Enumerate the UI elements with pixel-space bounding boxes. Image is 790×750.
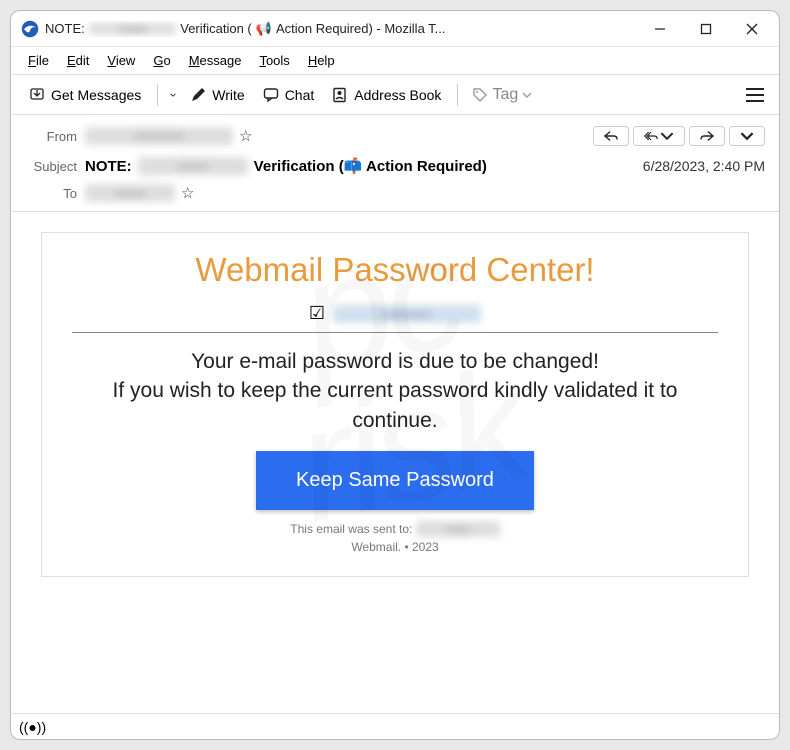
tag-label: Tag [492,86,518,104]
write-label: Write [212,87,244,103]
pencil-icon [190,87,206,103]
thunderbird-icon [21,20,39,38]
email-content: Webmail Password Center! ☑ xxxxxxxx Your… [41,232,749,577]
message-headers: From xxxxxxxx ☆ Subject NOTE: xxxxx Veri… [11,115,779,212]
app-menu-button[interactable] [741,81,769,109]
more-actions-button[interactable] [729,126,765,146]
subject-row: Subject NOTE: xxxxx Verification (📫 Acti… [25,151,765,181]
download-icon [29,87,45,103]
email-line1: Your e-mail password is due to be change… [72,347,718,376]
chat-label: Chat [285,87,315,103]
connection-icon[interactable]: ((●)) [19,719,46,735]
maximize-button[interactable] [683,13,729,45]
forward-button[interactable] [689,126,725,146]
message-body: Webmail Password Center! ☑ xxxxxxxx Your… [11,212,779,713]
to-row: To xxxxx ☆ [25,181,765,211]
star-icon[interactable]: ☆ [181,184,194,202]
to-label: To [25,186,85,201]
chat-icon [263,87,279,103]
statusbar: ((●)) [11,713,779,739]
from-redacted: xxxxxxxx [85,127,233,145]
mailbox-icon: 📫 [344,158,363,175]
chevron-down-icon [522,92,532,98]
address-book-label: Address Book [354,87,441,103]
menu-help[interactable]: Help [299,50,344,71]
from-label: From [25,129,85,144]
email-recipient-line: ☑ xxxxxxxx [72,303,718,324]
menu-tools[interactable]: Tools [250,50,298,71]
keep-password-button[interactable]: Keep Same Password [256,451,534,510]
email-footer: This email was sent to: xxxx Webmail. • … [72,520,718,556]
footer-copyright: Webmail. • 2023 [351,540,438,554]
write-button[interactable]: Write [182,82,252,108]
email-line2: If you wish to keep the current password… [72,376,718,435]
close-button[interactable] [729,13,775,45]
email-message: Your e-mail password is due to be change… [72,347,718,435]
chat-button[interactable]: Chat [255,82,323,108]
menubar: File Edit View Go Message Tools Help [11,47,779,75]
get-messages-button[interactable]: Get Messages [21,82,149,108]
from-row: From xxxxxxxx ☆ [25,121,765,151]
toolbar-separator [457,84,458,106]
subject-label: Subject [25,159,85,174]
title-suffix: Action Required) - Mozilla T... [276,21,446,36]
address-book-icon [332,87,348,103]
tag-button[interactable]: Tag [466,81,538,109]
sent-to-label: This email was sent to: [290,522,412,536]
title-prefix: NOTE: [45,21,85,36]
to-redacted: xxxxx [85,184,175,202]
menu-go[interactable]: Go [144,50,179,71]
subject-value: NOTE: xxxxx Verification (📫 Action Requi… [85,157,643,175]
subject-mid: Verification ( [254,158,344,175]
title-mid: Verification ( [180,21,252,36]
subject-action: Action Required) [362,158,486,175]
menu-view[interactable]: View [98,50,144,71]
reply-all-button[interactable] [633,126,685,146]
minimize-button[interactable] [637,13,683,45]
get-messages-dropdown[interactable] [166,87,180,103]
email-title: Webmail Password Center! [72,251,718,289]
toolbar: Get Messages Write Chat Address Book Tag [11,75,779,115]
address-book-button[interactable]: Address Book [324,82,449,108]
get-messages-label: Get Messages [51,87,141,103]
reply-button[interactable] [593,126,629,146]
divider [72,332,718,333]
subject-prefix: NOTE: [85,158,132,175]
sent-to-redacted: xxxx [416,521,500,537]
subject-redacted: xxxxx [138,157,248,175]
megaphone-icon: 📢 [256,21,272,37]
toolbar-separator [157,84,158,106]
email-recipient-redacted: xxxxxxxx [333,305,481,323]
menu-file[interactable]: File [19,50,58,71]
app-window: NOTE: xxxxx Verification ( 📢 Action Requ… [10,10,780,740]
titlebar: NOTE: xxxxx Verification ( 📢 Action Requ… [11,11,779,47]
menu-message[interactable]: Message [180,50,251,71]
title-redacted: xxxxx [89,23,177,35]
timestamp: 6/28/2023, 2:40 PM [643,158,765,174]
window-controls [637,13,775,45]
menu-edit[interactable]: Edit [58,50,98,71]
window-title: NOTE: xxxxx Verification ( 📢 Action Requ… [45,21,637,37]
star-icon[interactable]: ☆ [239,127,252,145]
checkbox-icon: ☑ [309,303,325,324]
tag-icon [472,87,488,103]
